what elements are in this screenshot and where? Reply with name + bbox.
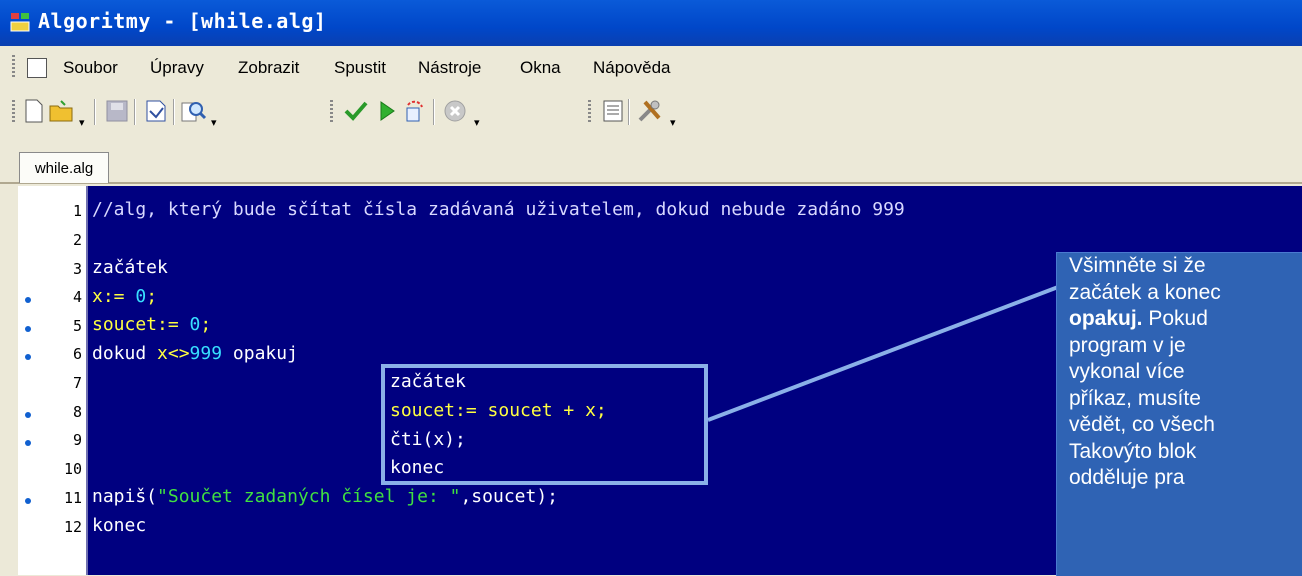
callout-line: příkaz, musíte (1069, 386, 1201, 410)
statement-marker-icon[interactable] (25, 326, 31, 332)
menu-item-napoveda[interactable]: Nápověda (593, 58, 671, 78)
line-number: 3 (72, 260, 82, 278)
callout-line: vědět, co všech (1069, 413, 1215, 436)
line-number: 1 (72, 202, 82, 220)
code-token: 999 (189, 343, 223, 364)
code-line[interactable]: začátek (92, 257, 168, 278)
code-line[interactable]: dokud x<>999 opakuj (92, 343, 298, 364)
tools-icon[interactable] (637, 98, 663, 124)
code-line[interactable]: x:= 0; (92, 286, 157, 307)
code-line[interactable]: soucet:= 0; (92, 314, 211, 335)
callout-line: vykonal více (1069, 360, 1185, 383)
list-icon[interactable] (600, 98, 626, 124)
statement-marker-icon[interactable] (25, 498, 31, 504)
check-icon[interactable] (343, 98, 369, 124)
save-icon[interactable] (104, 98, 130, 124)
save-as-icon[interactable] (143, 98, 169, 124)
toolbar-separator (94, 99, 96, 125)
toolbar-separator (628, 99, 630, 125)
toolbar-grip[interactable] (588, 100, 591, 124)
toolbar-separator (173, 99, 175, 125)
toolbar-overflow-icon[interactable]: ▾ (211, 116, 217, 129)
callout-line: Takovýto blok (1069, 439, 1197, 463)
code-token: ; (200, 314, 212, 335)
code-token: "Součet zadaných čísel je: " (157, 486, 461, 507)
callout-text: Všimněte si že začátek a konec opakuj. P… (1069, 253, 1302, 492)
open-dropdown-icon[interactable]: ▾ (79, 116, 85, 129)
toolbar-overflow-icon[interactable]: ▾ (474, 116, 480, 129)
code-token: dokud (92, 343, 158, 364)
new-file-icon[interactable] (21, 98, 47, 124)
stop-icon[interactable] (442, 98, 468, 124)
tab-strip (0, 142, 1302, 184)
menu-item-okna[interactable]: Okna (520, 58, 561, 78)
window-title: Algoritmy - [while.alg] (38, 9, 327, 33)
code-line[interactable]: konec (92, 515, 146, 536)
code-token: napiš( (92, 486, 158, 507)
code-token: x:= (92, 286, 136, 307)
code-token: 0 (189, 314, 201, 335)
menu-item-upravy[interactable]: Úpravy (150, 58, 204, 78)
menu-item-zobrazit[interactable]: Zobrazit (238, 58, 299, 78)
statement-marker-icon[interactable] (25, 412, 31, 418)
code-token: soucet:= (92, 314, 190, 335)
run-icon[interactable] (374, 98, 400, 124)
statement-marker-icon[interactable] (25, 440, 31, 446)
menu-grip[interactable] (12, 55, 15, 79)
document-menu-icon[interactable] (27, 58, 47, 78)
code-token: ,soucet); (460, 486, 559, 507)
toolbar-grip[interactable] (12, 100, 15, 124)
toolbar-separator (433, 99, 435, 125)
block-highlight-box (381, 364, 708, 485)
code-token: 0 (135, 286, 147, 307)
statement-marker-icon[interactable] (25, 354, 31, 360)
tab-while-alg[interactable]: while.alg (19, 152, 109, 183)
app-icon (10, 13, 30, 32)
toolbar-overflow-icon[interactable]: ▾ (670, 116, 676, 129)
open-folder-icon[interactable] (49, 98, 75, 124)
code-token: opakuj (222, 343, 298, 364)
step-icon[interactable] (401, 98, 427, 124)
line-number: 10 (63, 460, 82, 478)
menu-item-spustit[interactable]: Spustit (334, 58, 386, 78)
callout-line: Všimněte si že (1069, 254, 1206, 277)
menu-item-soubor[interactable]: Soubor (63, 58, 118, 78)
code-token: x<> (157, 343, 190, 364)
line-number: 7 (72, 374, 82, 392)
code-line[interactable]: napiš("Součet zadaných čísel je: ",souce… (92, 486, 558, 507)
code-line[interactable]: //alg, který bude sčítat čísla zadávaná … (92, 199, 905, 220)
toolbar-separator (134, 99, 136, 125)
callout-line: začátek a konec (1069, 280, 1221, 304)
line-number: 2 (72, 231, 82, 249)
line-number: 12 (63, 518, 82, 536)
callout-line: program v je (1069, 333, 1186, 357)
statement-marker-icon[interactable] (25, 297, 31, 303)
code-token: ; (146, 286, 158, 307)
menu-item-nastroje[interactable]: Nástroje (418, 58, 481, 78)
find-icon[interactable] (181, 98, 207, 124)
callout-line: opakuj. Pokud (1069, 307, 1208, 330)
annotation-callout: Všimněte si že začátek a konec opakuj. P… (1056, 252, 1302, 576)
toolbar-grip[interactable] (330, 100, 333, 124)
title-bar: Algoritmy - [while.alg] (0, 0, 1302, 46)
gutter-border (86, 186, 88, 575)
callout-line: odděluje pra (1069, 466, 1185, 489)
